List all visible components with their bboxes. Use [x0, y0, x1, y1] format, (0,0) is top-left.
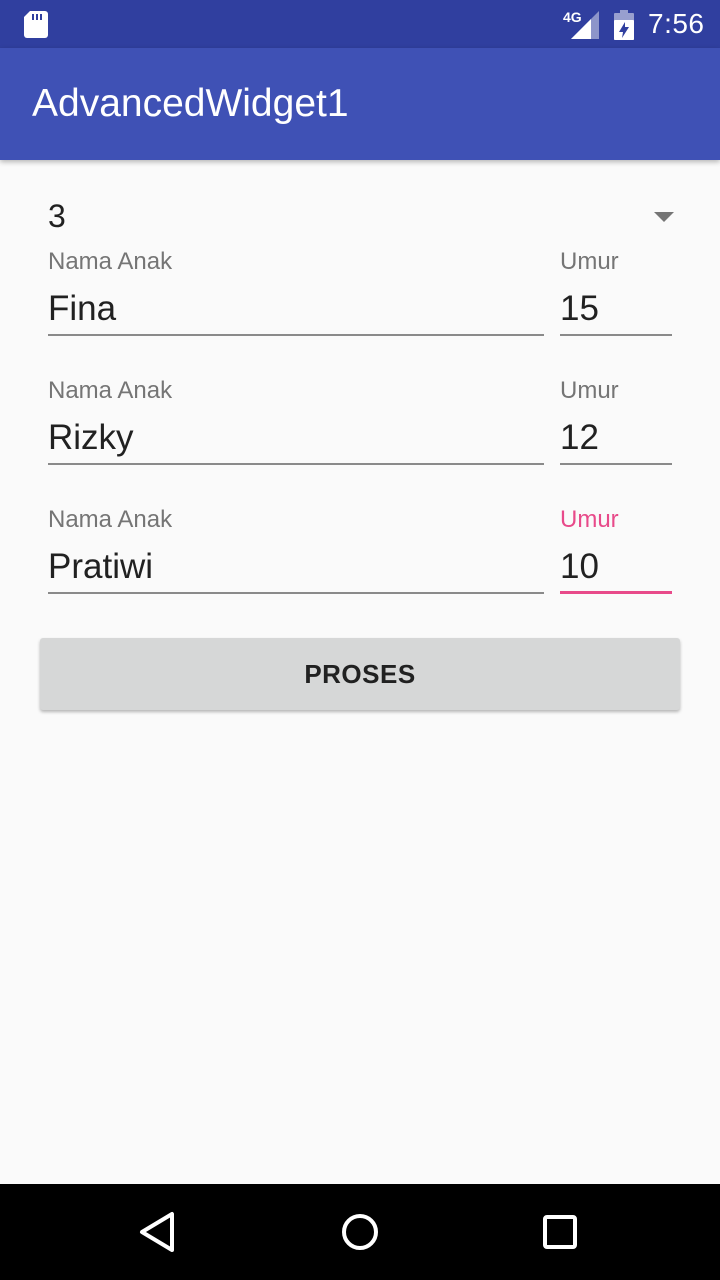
name-label: Nama Anak — [48, 377, 173, 404]
age-label: Umur — [560, 377, 619, 404]
proses-button[interactable]: PROSES — [40, 638, 680, 710]
name-label: Nama Anak — [48, 506, 173, 533]
age-input[interactable] — [560, 284, 672, 336]
name-input[interactable] — [48, 413, 544, 465]
app-title: AdvancedWidget1 — [32, 82, 349, 125]
count-spinner[interactable]: 3 — [48, 198, 680, 246]
app-bar: AdvancedWidget1 — [0, 48, 720, 160]
name-input[interactable] — [48, 542, 544, 594]
age-input[interactable] — [560, 542, 672, 594]
spinner-selected-value: 3 — [48, 198, 66, 234]
battery-icon — [614, 10, 634, 40]
child-row: Nama Anak Umur — [0, 506, 720, 616]
back-icon[interactable] — [136, 1208, 184, 1256]
child-row: Nama Anak Umur — [0, 377, 720, 487]
child-row: Nama Anak Umur — [0, 248, 720, 358]
status-bar: 4G 7:56 — [0, 0, 720, 48]
age-label: Umur — [560, 248, 619, 275]
name-input[interactable] — [48, 284, 544, 336]
network-indicator: 4G — [561, 9, 601, 39]
name-label: Nama Anak — [48, 248, 173, 275]
dropdown-arrow-icon — [654, 212, 674, 222]
signal-icon — [571, 11, 599, 39]
sd-card-icon — [24, 11, 48, 38]
home-icon[interactable] — [336, 1208, 384, 1256]
status-clock: 7:56 — [648, 8, 705, 39]
age-input[interactable] — [560, 413, 672, 465]
navigation-bar — [0, 1184, 720, 1280]
age-label: Umur — [560, 506, 619, 533]
recents-icon[interactable] — [536, 1208, 584, 1256]
main-content: 3 Nama Anak Umur Nama Anak Umur Nama Ana… — [0, 160, 720, 1184]
